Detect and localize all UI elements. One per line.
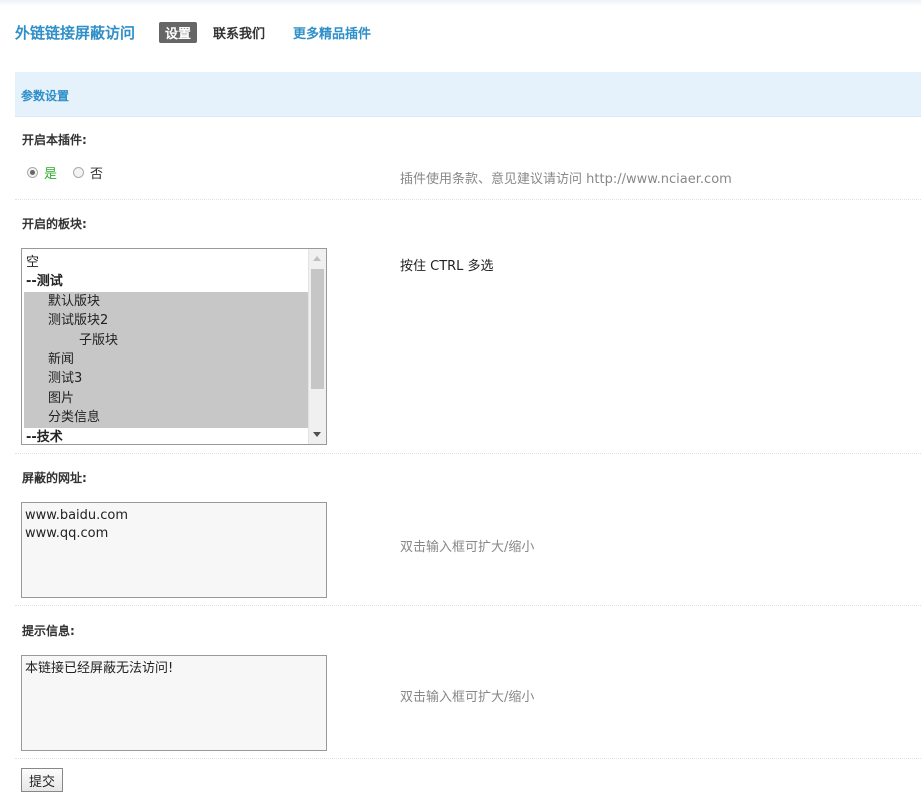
forum-option[interactable]: 空 xyxy=(24,253,308,272)
divider xyxy=(15,199,921,200)
message-hint: 双击输入框可扩大/缩小 xyxy=(400,690,535,705)
forum-option[interactable]: 分类信息 xyxy=(24,408,308,428)
divider xyxy=(15,605,921,606)
listbox-scrollbar[interactable] xyxy=(308,249,326,444)
more-plugins-link[interactable]: 更多精品插件 xyxy=(293,23,371,42)
radio-no-label[interactable]: 否 xyxy=(90,163,103,182)
forum-option[interactable]: --技术 xyxy=(24,428,308,444)
scroll-up-icon[interactable] xyxy=(313,256,321,261)
forum-option[interactable]: --测试 xyxy=(24,272,308,291)
forum-option[interactable]: 默认版块 xyxy=(24,291,308,312)
blocked-urls-hint: 双击输入框可扩大/缩小 xyxy=(400,540,535,555)
section-title: 参数设置 xyxy=(21,89,70,103)
terms-note: 插件使用条款、意见建议请访问 http://www.nciaer.com xyxy=(400,172,732,187)
forum-option[interactable]: 子版块 xyxy=(24,330,308,350)
forum-options: 空 --测试 默认版块 测试版块2 子版块 新闻 测试3 图片 分类信息 --技术 xyxy=(24,253,308,444)
top-border xyxy=(0,0,921,6)
plugin-header: 外链链接屏蔽访问 设置 联系我们 更多精品插件 xyxy=(15,21,387,43)
forums-label: 开启的板块: xyxy=(22,217,87,231)
enable-plugin-label: 开启本插件: xyxy=(22,133,87,147)
scroll-thumb[interactable] xyxy=(311,269,324,389)
tab-contact-us[interactable]: 联系我们 xyxy=(213,23,265,42)
radio-yes[interactable] xyxy=(27,167,38,178)
forum-option[interactable]: 测试版块2 xyxy=(24,311,308,331)
plugin-title: 外链链接屏蔽访问 xyxy=(15,23,136,42)
tab-settings[interactable]: 设置 xyxy=(159,21,198,43)
radio-no[interactable] xyxy=(73,167,85,178)
forum-option[interactable]: 新闻 xyxy=(24,349,308,370)
forum-option[interactable]: 测试3 xyxy=(24,369,308,389)
forum-option[interactable]: 图片 xyxy=(24,388,308,409)
forum-multiselect[interactable]: 空 --测试 默认版块 测试版块2 子版块 新闻 测试3 图片 分类信息 --技术 xyxy=(21,248,327,445)
blocked-urls-label: 屏蔽的网址: xyxy=(22,471,87,485)
message-label: 提示信息: xyxy=(22,624,75,638)
blocked-urls-textarea[interactable]: www.baidu.com www.qq.com xyxy=(21,502,327,598)
divider xyxy=(15,758,921,759)
section-header: 参数设置 xyxy=(15,72,921,117)
scroll-down-icon[interactable] xyxy=(313,432,321,437)
radio-yes-label[interactable]: 是 xyxy=(44,163,57,182)
multiselect-hint: 按住 CTRL 多选 xyxy=(400,259,494,274)
message-textarea[interactable]: 本链接已经屏蔽无法访问! xyxy=(21,655,327,751)
enable-plugin-radio-group: 是 否 xyxy=(27,163,103,182)
divider xyxy=(15,453,921,454)
submit-button[interactable]: 提交 xyxy=(21,768,63,792)
